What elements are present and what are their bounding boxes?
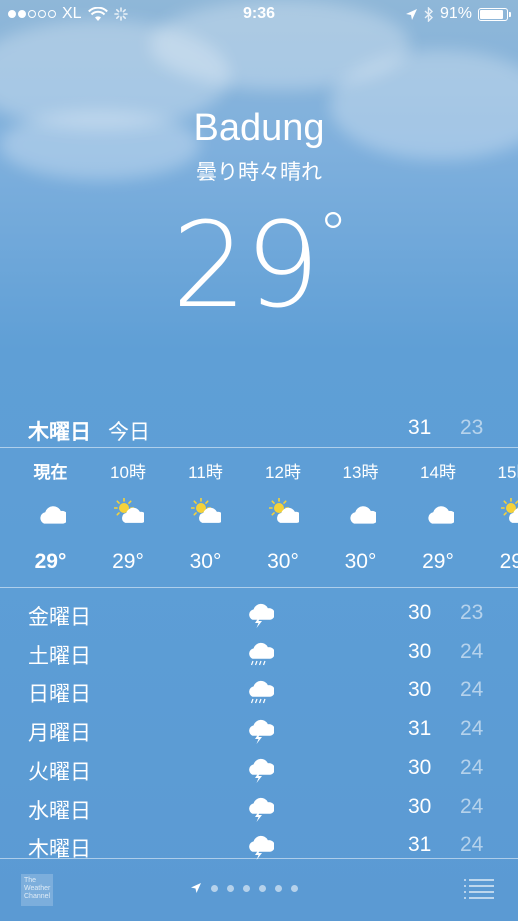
battery-percent: 91% <box>439 5 472 22</box>
hourly-temp: 29° <box>112 550 144 573</box>
hourly-temp: 29° <box>422 550 454 573</box>
page-dot[interactable] <box>211 884 218 892</box>
hourly-temp: 29° <box>499 550 518 573</box>
rain-icon <box>249 642 275 665</box>
daily-row: 水曜日 30 24 <box>0 788 518 826</box>
daily-low: 24 <box>460 794 484 818</box>
hourly-temp: 30° <box>267 550 299 573</box>
location-arrow-icon <box>405 8 417 20</box>
hourly-icon-wrap <box>500 497 518 524</box>
page-dot[interactable] <box>291 884 298 892</box>
cloud-icon <box>427 506 456 524</box>
partly-sunny-icon <box>113 497 147 523</box>
daily-high: 30 <box>408 794 432 818</box>
hourly-temp: 30° <box>344 550 377 573</box>
daily-day: 火曜日 <box>28 760 91 784</box>
hourly-forecast[interactable]: 現在 29° 10時 29° 11時 30° 12時 30° 13時 30° 14時 29° 15時 29… <box>0 448 518 588</box>
daily-high: 30 <box>408 755 432 779</box>
today-summary: 木曜日 今日 31 23 <box>0 410 518 448</box>
daily-high: 30 <box>408 639 432 663</box>
daily-icon-wrap <box>244 639 275 667</box>
daily-day: 月曜日 <box>28 722 91 746</box>
today-day: 木曜日 <box>28 421 91 444</box>
daily-icon-wrap <box>244 716 275 745</box>
thunderstorm-icon <box>249 719 275 745</box>
hourly-temp: 30° <box>189 550 222 573</box>
today-low: 23 <box>460 416 484 439</box>
daily-day: 日曜日 <box>28 683 91 707</box>
daily-low: 24 <box>460 717 484 741</box>
daily-row: 金曜日 30 23 <box>0 594 518 632</box>
daily-icon-wrap <box>244 755 275 783</box>
daily-row: 月曜日 31 24 <box>0 710 518 748</box>
daily-high: 30 <box>408 601 432 624</box>
daily-day: 水曜日 <box>28 799 91 823</box>
thunderstorm-icon <box>249 758 275 783</box>
daily-row: 土曜日 30 24 <box>0 633 518 671</box>
daily-day: 土曜日 <box>28 644 91 668</box>
cloud-icon <box>40 506 69 524</box>
daily-low: 24 <box>460 678 484 702</box>
page-dot[interactable] <box>243 884 250 892</box>
hourly-icon-wrap <box>36 498 69 524</box>
footer-toolbar: The Weather Channel <box>0 858 518 921</box>
hourly-time: 10時 <box>110 463 146 482</box>
daily-high: 31 <box>408 833 432 857</box>
partly-sunny-icon <box>268 497 302 523</box>
today-high: 31 <box>408 416 432 439</box>
page-dot[interactable] <box>227 884 234 892</box>
hourly-time: 11時 <box>188 463 223 482</box>
daily-high: 30 <box>408 678 432 702</box>
weather-channel-logo[interactable]: The Weather Channel <box>21 874 53 906</box>
hourly-time: 12時 <box>265 463 301 482</box>
daily-icon-wrap <box>244 600 275 628</box>
thunderstorm-icon <box>249 603 275 628</box>
current-location-icon <box>191 883 201 893</box>
hourly-icon-wrap <box>346 498 379 524</box>
daily-low: 24 <box>460 833 484 857</box>
daily-low: 24 <box>460 755 484 779</box>
battery-icon <box>478 7 511 21</box>
daily-row: 日曜日 30 24 <box>0 671 518 709</box>
daily-icon-wrap <box>244 794 275 822</box>
today-label: 今日 <box>108 421 150 444</box>
daily-day: 金曜日 <box>28 606 91 629</box>
city-name: Badung <box>193 107 325 149</box>
city-list-icon[interactable] <box>464 878 494 900</box>
current-temperature-value: 29 <box>171 196 320 334</box>
current-temperature: 29° <box>0 196 518 334</box>
hourly-icon-wrap <box>424 498 456 524</box>
hourly-time: 15時 <box>497 463 518 482</box>
thunderstorm-icon <box>249 836 275 861</box>
daily-low: 24 <box>460 639 484 663</box>
hourly-icon-wrap <box>113 497 147 524</box>
degree-symbol: ° <box>318 200 348 270</box>
hourly-time: 13時 <box>342 463 379 482</box>
partly-sunny-icon <box>500 497 518 523</box>
page-indicator[interactable] <box>190 882 298 894</box>
partly-sunny-icon <box>190 497 224 523</box>
thunderstorm-icon <box>249 797 275 822</box>
page-dot[interactable] <box>259 884 266 892</box>
hourly-time: 現在 <box>33 463 68 482</box>
page-dot[interactable] <box>275 884 282 892</box>
rain-icon <box>249 681 275 704</box>
bluetooth-icon <box>424 6 433 22</box>
hourly-icon-wrap <box>190 497 224 524</box>
daily-row: 火曜日 30 24 <box>0 749 518 787</box>
divider <box>0 587 518 588</box>
hourly-icon-wrap <box>268 497 302 524</box>
weather-condition: 曇り時々晴れ <box>196 161 322 184</box>
hourly-time: 14時 <box>420 463 456 482</box>
daily-icon-wrap <box>244 832 275 861</box>
status-bar: XL 9:36 91% <box>0 0 518 30</box>
daily-icon-wrap <box>244 677 275 705</box>
daily-high: 31 <box>408 717 432 741</box>
cloud-icon <box>350 506 379 524</box>
daily-low: 23 <box>460 601 484 624</box>
hourly-temp: 29° <box>34 550 67 573</box>
